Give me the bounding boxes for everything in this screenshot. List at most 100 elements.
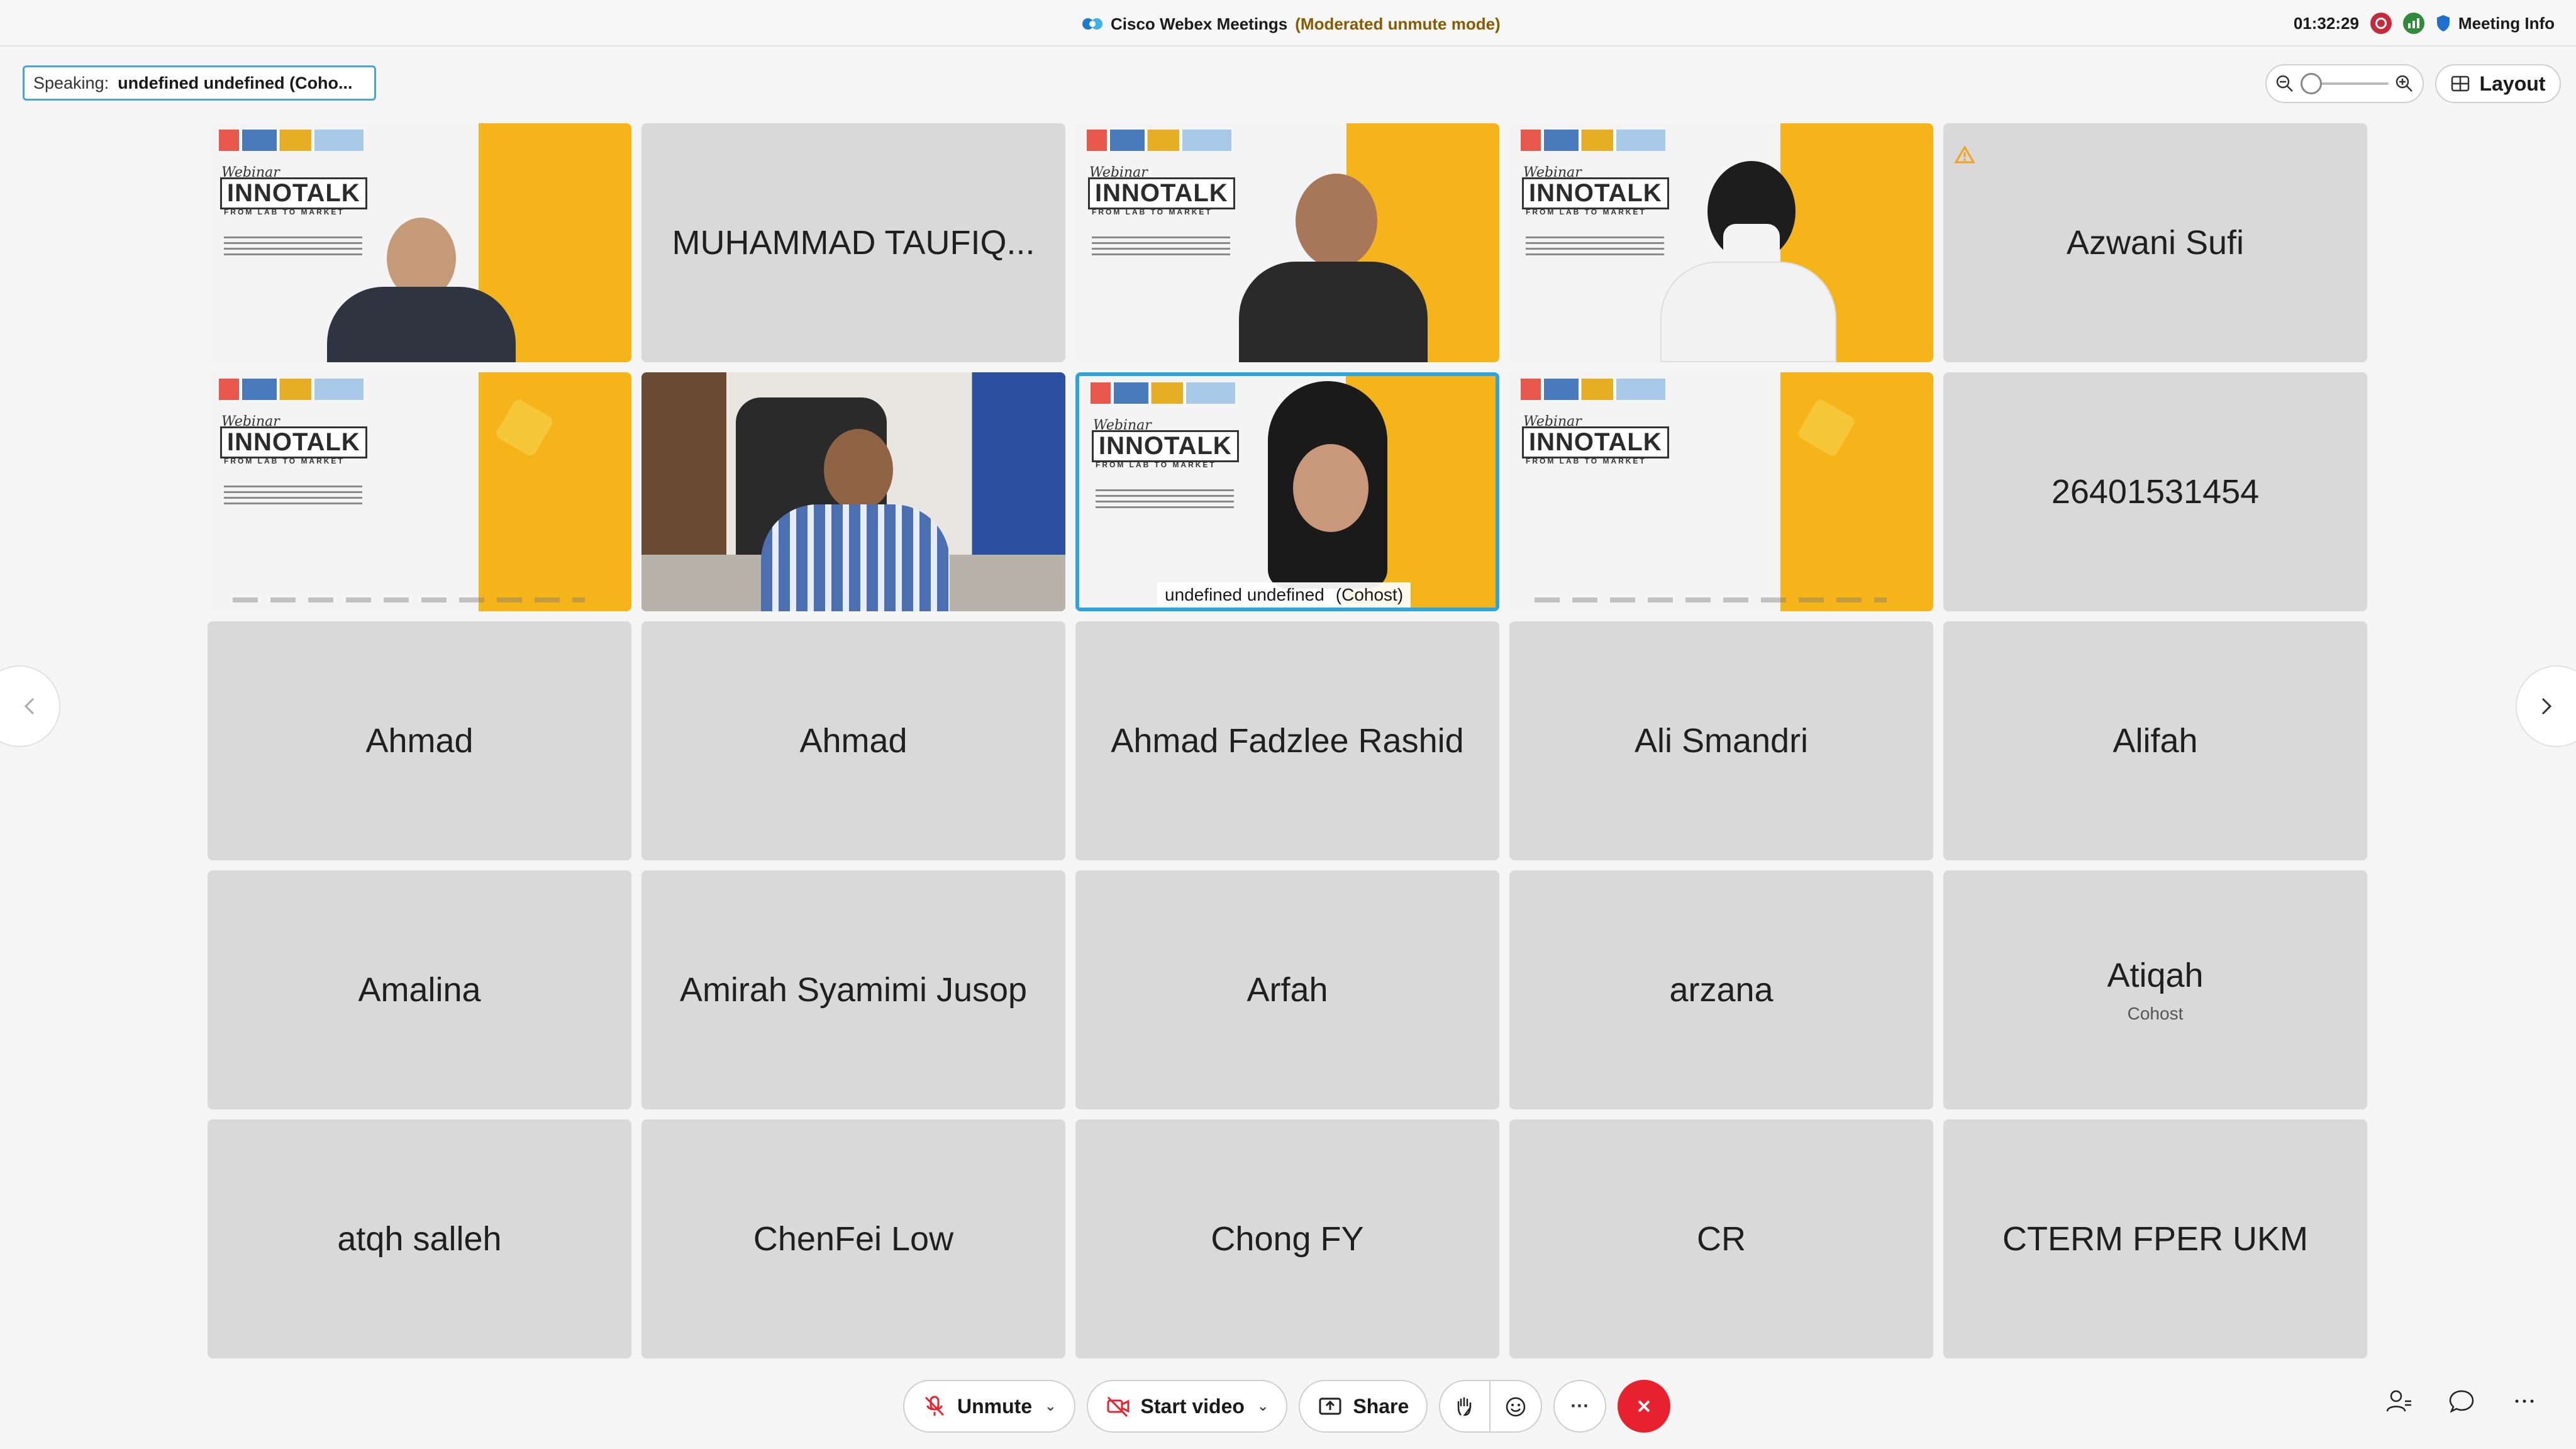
- reactions-button[interactable]: [1491, 1380, 1543, 1433]
- zoom-slider[interactable]: [2301, 73, 2389, 94]
- zoom-out-icon[interactable]: [2275, 74, 2294, 93]
- slide-logos: [1091, 382, 1235, 404]
- participant-tile[interactable]: MUHAMMAD TAUFIQ...: [641, 123, 1065, 362]
- shield-icon: [2436, 15, 2450, 31]
- participant-tile[interactable]: Amirah Syamimi Jusop: [641, 870, 1065, 1109]
- more-icon: ···: [1570, 1396, 1590, 1416]
- participant-tile[interactable]: Alifah: [1943, 621, 2367, 860]
- chat-icon[interactable]: [2448, 1387, 2475, 1415]
- participant-video: [761, 429, 950, 611]
- participant-tile[interactable]: 26401531454: [1943, 372, 2367, 611]
- panel-toggles: [2385, 1387, 2538, 1415]
- participant-tile[interactable]: Webinar INNOTALK FROM LAB TO MARKET: [208, 123, 631, 362]
- active-speaker-indicator: Speaking: undefined undefined (Coho...: [23, 65, 376, 101]
- slide-logos: [1521, 379, 1665, 400]
- participant-name: Alifah: [2112, 722, 2198, 760]
- share-button[interactable]: Share: [1299, 1380, 1428, 1433]
- slide-innotalk: INNOTALK: [1092, 430, 1239, 462]
- meeting-controls: Unmute ⌄ Start video ⌄ Share ···: [903, 1380, 1671, 1433]
- participant-tile[interactable]: arzana: [1509, 870, 1933, 1109]
- share-screen-icon: [1319, 1397, 1341, 1415]
- participant-tile[interactable]: CR: [1509, 1119, 1933, 1358]
- active-speaker-tile[interactable]: Webinar INNOTALK FROM LAB TO MARKET unde…: [1075, 372, 1499, 611]
- app-title: Cisco Webex Meetings: [1111, 14, 1288, 33]
- participant-tile[interactable]: Ahmad: [641, 621, 1065, 860]
- more-options-button[interactable]: ···: [1553, 1380, 1607, 1433]
- slide-text-lines: [1092, 236, 1230, 259]
- start-video-button[interactable]: Start video ⌄: [1086, 1380, 1288, 1433]
- meeting-info-button[interactable]: Meeting Info: [2436, 14, 2555, 33]
- start-video-label: Start video: [1140, 1394, 1245, 1418]
- participant-tile[interactable]: atqh salleh: [208, 1119, 631, 1358]
- connection-signal-icon[interactable]: [2402, 13, 2424, 34]
- participant-tile[interactable]: ChenFei Low: [641, 1119, 1065, 1358]
- participant-name: CR: [1697, 1220, 1746, 1258]
- slide-subtitle: FROM LAB TO MARKET: [1092, 208, 1213, 216]
- leave-meeting-button[interactable]: [1618, 1380, 1671, 1433]
- previous-page-button[interactable]: [0, 665, 60, 747]
- participant-name: Amirah Syamimi Jusop: [679, 971, 1028, 1009]
- participant-name: Ahmad: [365, 722, 474, 760]
- grid-layout-icon: [2451, 75, 2469, 92]
- slide-logos: [1087, 130, 1231, 151]
- chevron-left-icon: [24, 697, 35, 715]
- chevron-down-icon[interactable]: ⌄: [1045, 1398, 1056, 1414]
- participant-tile[interactable]: Arfah: [1075, 870, 1499, 1109]
- chevron-right-icon: [2541, 697, 2552, 715]
- participants-icon[interactable]: [2385, 1387, 2412, 1415]
- participant-tile[interactable]: Ahmad Fadzlee Rashid: [1075, 621, 1499, 860]
- participant-tile[interactable]: Webinar INNOTALK FROM LAB TO MARKET: [1509, 123, 1933, 362]
- speaking-label: Speaking:: [33, 73, 109, 92]
- participant-name: Azwani Sufi: [2066, 224, 2245, 262]
- participant-name: Atiqah: [2107, 957, 2204, 994]
- emoji-icon: [1506, 1397, 1526, 1417]
- warning-icon: [1955, 146, 1975, 164]
- chevron-down-icon[interactable]: ⌄: [1257, 1398, 1269, 1414]
- close-icon: [1638, 1400, 1650, 1413]
- meeting-info-label: Meeting Info: [2458, 13, 2555, 33]
- zoom-slider-knob[interactable]: [2301, 73, 2322, 94]
- slide-logos: [219, 130, 364, 151]
- slide-accent: [1780, 372, 1933, 611]
- zoom-in-icon[interactable]: [2395, 74, 2414, 93]
- participant-name: MUHAMMAD TAUFIQ...: [672, 224, 1035, 262]
- slide-innotalk: INNOTALK: [1522, 426, 1669, 458]
- participant-tile[interactable]: Chong FY: [1075, 1119, 1499, 1358]
- participant-video: [327, 205, 516, 362]
- participant-video: [1239, 161, 1428, 362]
- participant-tile[interactable]: Ali Smandri: [1509, 621, 1933, 860]
- participant-tile[interactable]: Atiqah Cohost: [1943, 870, 2367, 1109]
- layout-button[interactable]: Layout: [2435, 64, 2561, 103]
- participant-name: undefined undefined: [1165, 585, 1324, 604]
- unmute-button[interactable]: Unmute ⌄: [903, 1380, 1075, 1433]
- zoom-control[interactable]: [2265, 64, 2424, 103]
- raise-hand-icon: [1458, 1397, 1472, 1416]
- recording-icon[interactable]: [2370, 13, 2392, 34]
- more-horizontal-icon[interactable]: [2511, 1387, 2538, 1415]
- participant-tile[interactable]: Webinar INNOTALK FROM LAB TO MARKET: [1075, 123, 1499, 362]
- slide-innotalk: INNOTALK: [220, 426, 367, 458]
- slide-accent: [479, 372, 631, 611]
- slide-text-lines: [1096, 489, 1234, 512]
- slide-text-lines: [224, 486, 362, 508]
- participant-tile[interactable]: Webinar INNOTALK FROM LAB TO MARKET: [1509, 372, 1933, 611]
- participant-tile[interactable]: Webinar INNOTALK FROM LAB TO MARKET: [208, 372, 631, 611]
- slide-subtitle: FROM LAB TO MARKET: [224, 457, 345, 465]
- next-page-button[interactable]: [2516, 665, 2576, 747]
- participant-tile[interactable]: Azwani Sufi: [1943, 123, 2367, 362]
- participant-tile[interactable]: Amalina: [208, 870, 631, 1109]
- slide-footer: [233, 597, 585, 602]
- participant-role: (Cohost): [1335, 585, 1404, 604]
- mic-off-icon: [924, 1396, 945, 1416]
- participant-name: CTERM FPER UKM: [2002, 1220, 2308, 1258]
- slide-subtitle: FROM LAB TO MARKET: [224, 208, 345, 216]
- participant-tile[interactable]: Ahmad: [208, 621, 631, 860]
- slide-text-lines: [1526, 236, 1664, 259]
- slide-subtitle: FROM LAB TO MARKET: [1096, 460, 1216, 469]
- reactions-group: [1439, 1380, 1543, 1433]
- moderation-mode: (Moderated unmute mode): [1295, 14, 1501, 33]
- participant-tile[interactable]: CTERM FPER UKM: [1943, 1119, 2367, 1358]
- participant-tile[interactable]: [641, 372, 1065, 611]
- raise-hand-button[interactable]: [1439, 1380, 1491, 1433]
- speaking-name: undefined undefined (Coho...: [118, 73, 353, 92]
